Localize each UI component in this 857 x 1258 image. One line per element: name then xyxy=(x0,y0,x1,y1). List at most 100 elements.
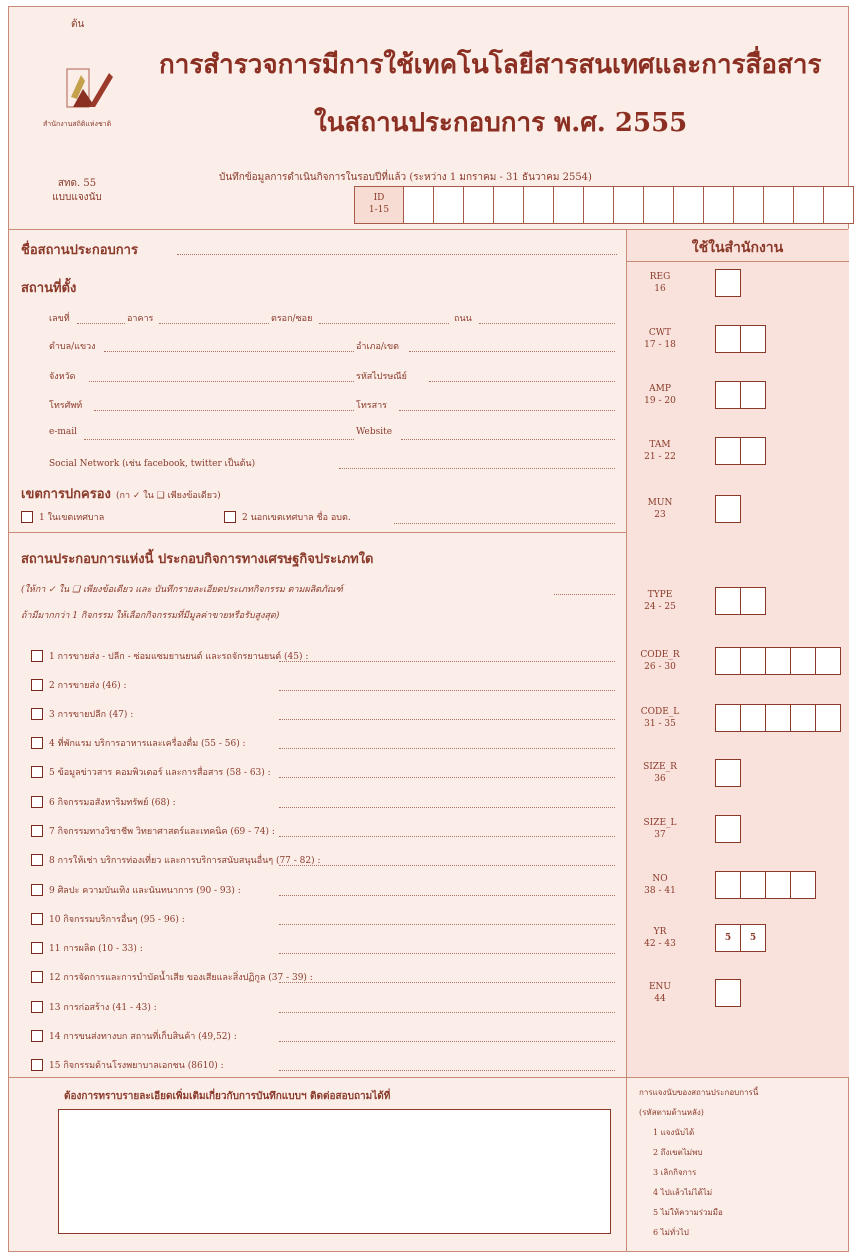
fax-field[interactable] xyxy=(399,410,615,411)
checkbox[interactable] xyxy=(31,679,43,691)
id-box[interactable] xyxy=(494,187,524,223)
activity-detail-field[interactable] xyxy=(279,690,615,691)
activity-option-4[interactable]: 4 ที่พักแรม บริการอาหารและเครื่องดื่ม (5… xyxy=(31,736,246,750)
code-box[interactable] xyxy=(791,705,816,731)
activity-detail-field[interactable] xyxy=(279,1041,615,1042)
id-box[interactable] xyxy=(734,187,764,223)
activity-detail-field[interactable] xyxy=(279,807,615,808)
social-field[interactable] xyxy=(339,468,615,469)
code-box[interactable] xyxy=(741,438,765,464)
code-box[interactable] xyxy=(766,648,791,674)
id-box[interactable] xyxy=(404,187,434,223)
checkbox[interactable] xyxy=(21,511,33,523)
alley-field[interactable] xyxy=(319,323,449,324)
code-box[interactable]: 5 xyxy=(716,925,741,951)
checkbox[interactable] xyxy=(31,854,43,866)
code-box[interactable] xyxy=(716,872,741,898)
activity-detail-field[interactable] xyxy=(279,865,615,866)
checkbox[interactable] xyxy=(31,1059,43,1071)
checkbox[interactable] xyxy=(31,737,43,749)
id-box[interactable] xyxy=(554,187,584,223)
code-box[interactable] xyxy=(716,588,741,614)
code-box[interactable] xyxy=(741,705,766,731)
sao-name-field[interactable] xyxy=(394,523,615,524)
website-field[interactable] xyxy=(401,439,615,440)
checkbox[interactable] xyxy=(224,511,236,523)
checkbox[interactable] xyxy=(31,884,43,896)
admin-option-1[interactable]: 1 ในเขตเทศบาล xyxy=(21,510,104,524)
activity-option-8[interactable]: 8 การให้เช่า บริการท่องเที่ยว และการบริก… xyxy=(31,853,321,867)
activity-option-9[interactable]: 9 ศิลปะ ความบันเทิง และนันทนาการ (90 - 9… xyxy=(31,883,241,897)
id-box[interactable] xyxy=(644,187,674,223)
activity-option-2[interactable]: 2 การขายส่ง (46) : xyxy=(31,678,127,692)
district-field[interactable] xyxy=(409,351,615,352)
checkbox[interactable] xyxy=(31,708,43,720)
subdistrict-field[interactable] xyxy=(104,351,354,352)
code-box[interactable] xyxy=(741,382,765,408)
establishment-name-field[interactable] xyxy=(177,254,617,255)
id-box[interactable] xyxy=(464,187,494,223)
code-box[interactable] xyxy=(791,648,816,674)
id-box[interactable] xyxy=(674,187,704,223)
activity-option-14[interactable]: 14 การขนส่งทางบก สถานที่เก็บสินค้า (49,5… xyxy=(31,1029,237,1043)
id-box[interactable] xyxy=(704,187,734,223)
code-box[interactable] xyxy=(716,382,741,408)
code-box[interactable] xyxy=(741,872,766,898)
admin-option-2[interactable]: 2 นอกเขตเทศบาล ชื่อ อบต. xyxy=(224,510,351,524)
activity-detail-field[interactable] xyxy=(279,719,615,720)
activity-detail-field[interactable] xyxy=(279,1012,615,1013)
code-box[interactable] xyxy=(716,438,741,464)
activity-option-10[interactable]: 10 กิจกรรมบริการอื่นๆ (95 - 96) : xyxy=(31,912,185,926)
code-box[interactable] xyxy=(766,705,791,731)
activity-option-5[interactable]: 5 ข้อมูลข่าวสาร คอมพิวเตอร์ และการสื่อสา… xyxy=(31,765,271,779)
building-field[interactable] xyxy=(159,323,269,324)
activity-detail-field[interactable] xyxy=(279,661,615,662)
activity-option-12[interactable]: 12 การจัดการและการบำบัดน้ำเสีย ของเสียแล… xyxy=(31,970,313,984)
checkbox[interactable] xyxy=(31,650,43,662)
checkbox[interactable] xyxy=(31,1001,43,1013)
activity-detail-field[interactable] xyxy=(279,836,615,837)
postcode-field[interactable] xyxy=(429,381,615,382)
house-no-field[interactable] xyxy=(77,323,125,324)
checkbox[interactable] xyxy=(31,796,43,808)
activity-option-1[interactable]: 1 การขายส่ง - ปลีก - ซ่อมแซมยานยนต์ และร… xyxy=(31,649,308,663)
activity-detail-field[interactable] xyxy=(279,895,615,896)
code-box[interactable] xyxy=(716,816,740,842)
id-box[interactable] xyxy=(524,187,554,223)
code-box[interactable] xyxy=(716,270,740,296)
code-box[interactable] xyxy=(716,980,740,1006)
code-box[interactable]: 5 xyxy=(741,925,765,951)
province-field[interactable] xyxy=(89,381,354,382)
checkbox[interactable] xyxy=(31,825,43,837)
activity-detail-field[interactable] xyxy=(279,924,615,925)
activity-option-3[interactable]: 3 การขายปลีก (47) : xyxy=(31,707,133,721)
activity-detail-field[interactable] xyxy=(279,953,615,954)
id-box[interactable] xyxy=(614,187,644,223)
code-box[interactable] xyxy=(716,648,741,674)
code-box[interactable] xyxy=(716,326,741,352)
activity-detail-field[interactable] xyxy=(279,1070,615,1071)
checkbox[interactable] xyxy=(31,942,43,954)
code-box[interactable] xyxy=(716,760,740,786)
road-field[interactable] xyxy=(479,323,615,324)
checkbox[interactable] xyxy=(31,766,43,778)
code-box[interactable] xyxy=(741,588,765,614)
activity-option-15[interactable]: 15 กิจกรรมด้านโรงพยาบาลเอกชน (8610) : xyxy=(31,1058,224,1072)
id-box[interactable] xyxy=(584,187,614,223)
id-box[interactable] xyxy=(764,187,794,223)
code-box[interactable] xyxy=(716,705,741,731)
activity-option-13[interactable]: 13 การก่อสร้าง (41 - 43) : xyxy=(31,1000,157,1014)
email-field[interactable] xyxy=(84,439,354,440)
remarks-box[interactable] xyxy=(58,1109,611,1234)
activity-detail-field[interactable] xyxy=(279,982,615,983)
activity-detail-field[interactable] xyxy=(279,748,615,749)
activity-detail-field[interactable] xyxy=(279,777,615,778)
activity-option-6[interactable]: 6 กิจกรรมอสังหาริมทรัพย์ (68) : xyxy=(31,795,176,809)
phone-field[interactable] xyxy=(94,410,354,411)
checkbox[interactable] xyxy=(31,971,43,983)
code-box[interactable] xyxy=(741,326,765,352)
code-box[interactable] xyxy=(716,496,740,522)
checkbox[interactable] xyxy=(31,1030,43,1042)
id-box[interactable] xyxy=(824,187,853,223)
code-box[interactable] xyxy=(766,872,791,898)
